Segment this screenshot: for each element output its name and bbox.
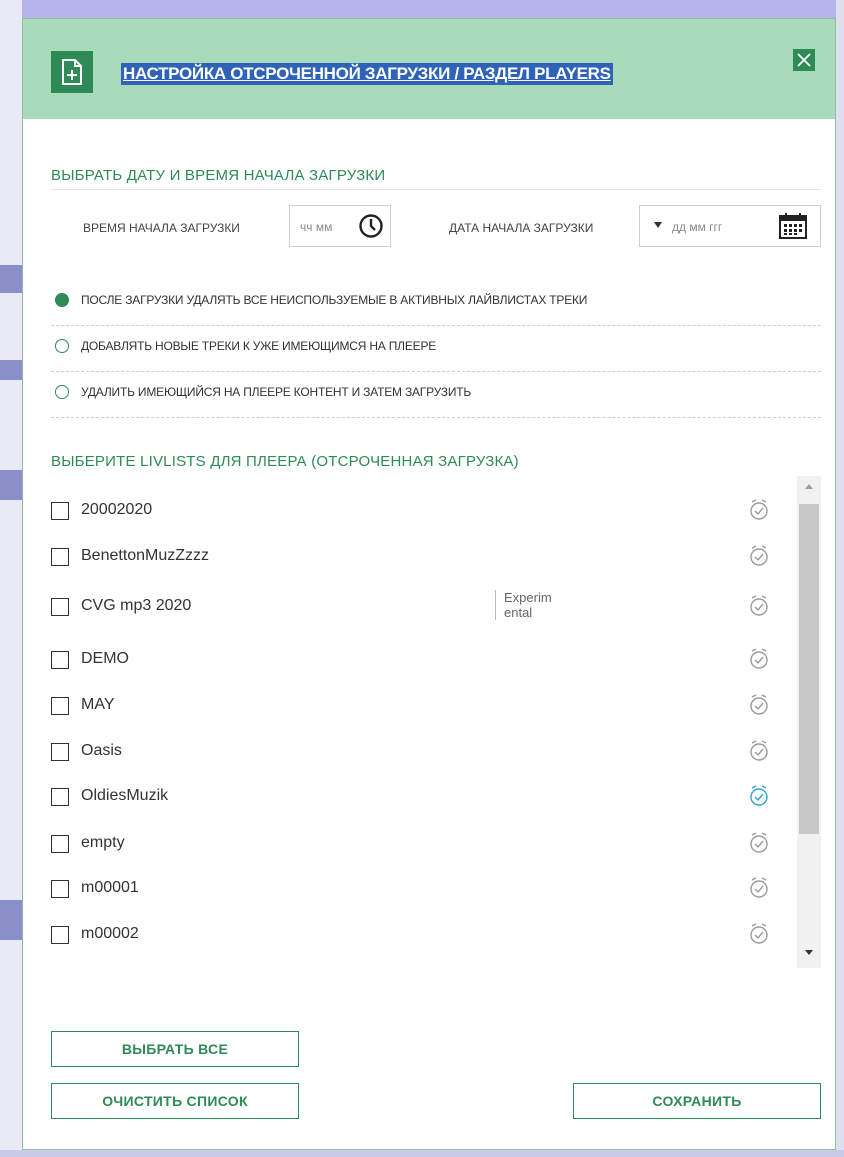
checkbox[interactable] [51, 502, 69, 520]
background-app-bottom [0, 1150, 844, 1157]
chevron-down-icon[interactable] [654, 222, 662, 228]
list-scrollbar[interactable] [797, 476, 821, 968]
start-date-placeholder: дд мм ггг [672, 220, 723, 234]
option-divider [51, 417, 821, 418]
calendar-icon[interactable] [778, 212, 808, 245]
scroll-up-icon[interactable] [805, 484, 813, 489]
document-plus-icon [51, 51, 93, 93]
livlists-list: 20002020 BenettonMuzZzzz CVG mp3 2020 Exper… [49, 476, 821, 968]
list-item-name: BenettonMuzZzzz [81, 547, 210, 564]
start-time-label: ВРЕМЯ НАЧАЛА ЗАГРУЗКИ [83, 221, 240, 235]
list-item-name: DEMO [81, 650, 129, 667]
background-app-row [0, 360, 22, 380]
background-app-right [836, 0, 844, 1157]
background-app-topbar [0, 0, 844, 20]
checkbox[interactable] [51, 880, 69, 898]
list-item-tag: Experim ental [495, 590, 574, 620]
clock-icon[interactable] [358, 213, 384, 244]
scrollbar-thumb[interactable] [799, 504, 819, 834]
alarm-clock-icon[interactable] [749, 595, 769, 622]
checkbox[interactable] [51, 651, 69, 669]
option-label: ДОБАВЛЯТЬ НОВЫЕ ТРЕКИ К УЖЕ ИМЕЮЩИМСЯ НА… [81, 339, 437, 353]
save-button[interactable]: СОХРАНИТЬ [573, 1083, 821, 1119]
radio-unselected[interactable] [55, 339, 69, 353]
checkbox[interactable] [51, 598, 69, 616]
background-app-row [0, 265, 22, 293]
checkbox[interactable] [51, 835, 69, 853]
schedule-section-title: ВЫБРАТЬ ДАТУ И ВРЕМЯ НАЧАЛА ЗАГРУЗКИ [51, 167, 386, 184]
alarm-clock-icon[interactable] [749, 740, 769, 767]
alarm-clock-icon[interactable] [749, 785, 769, 812]
select-all-button[interactable]: ВЫБРАТЬ ВСЕ [51, 1031, 299, 1067]
background-app-row [0, 900, 22, 940]
list-item-name: MAY [81, 696, 115, 713]
list-item-name: Oasis [81, 742, 122, 759]
alarm-clock-icon[interactable] [749, 648, 769, 675]
list-item-name: OldiesMuzik [81, 787, 169, 804]
livlists-section-title: ВЫБЕРИТЕ LIVLISTS ДЛЯ ПЛЕЕРА (ОТСРОЧЕННА… [51, 453, 519, 470]
alarm-clock-icon[interactable] [749, 545, 769, 572]
alarm-clock-icon[interactable] [749, 499, 769, 526]
option-label: УДАЛИТЬ ИМЕЮЩИЙСЯ НА ПЛЕЕРЕ КОНТЕНТ И ЗА… [81, 385, 472, 399]
option-remove-unused[interactable]: ПОСЛЕ ЗАГРУЗКИ УДАЛЯТЬ ВСЕ НЕИСПОЛЬЗУЕМЫ… [51, 281, 821, 327]
start-date-field[interactable]: дд мм ггг [639, 205, 821, 247]
dialog-title: НАСТРОЙКА ОТСРОЧЕННОЙ ЗАГРУЗКИ / РАЗДЕЛ … [121, 63, 613, 85]
alarm-clock-icon[interactable] [749, 832, 769, 859]
background-app-row [0, 470, 22, 500]
start-date-label: ДАТА НАЧАЛА ЗАГРУЗКИ [449, 221, 594, 235]
checkbox[interactable] [51, 788, 69, 806]
checkbox[interactable] [51, 697, 69, 715]
scroll-down-icon[interactable] [805, 950, 813, 955]
list-item-name: 20002020 [81, 501, 153, 518]
deferred-upload-dialog: НАСТРОЙКА ОТСРОЧЕННОЙ ЗАГРУЗКИ / РАЗДЕЛ … [22, 18, 836, 1150]
list-item-name: empty [81, 834, 125, 851]
checkbox[interactable] [51, 743, 69, 761]
list-item-name: m00002 [81, 925, 139, 942]
section-divider [51, 189, 821, 190]
list-item-name: m00001 [81, 879, 139, 896]
radio-selected[interactable] [55, 293, 69, 307]
list-item-name: CVG mp3 2020 [81, 597, 192, 614]
clear-list-button[interactable]: ОЧИСТИТЬ СПИСОК [51, 1083, 299, 1119]
radio-unselected[interactable] [55, 385, 69, 399]
alarm-clock-icon[interactable] [749, 694, 769, 721]
dialog-header: НАСТРОЙКА ОТСРОЧЕННОЙ ЗАГРУЗКИ / РАЗДЕЛ … [23, 19, 835, 119]
background-app-sidebar [0, 0, 22, 1157]
start-time-placeholder: чч мм [300, 220, 333, 234]
start-time-field[interactable]: чч мм [289, 205, 391, 247]
close-icon[interactable] [793, 49, 815, 71]
option-divider [51, 371, 821, 372]
option-add-new-tracks[interactable]: ДОБАВЛЯТЬ НОВЫЕ ТРЕКИ К УЖЕ ИМЕЮЩИМСЯ НА… [51, 327, 821, 373]
option-delete-then-upload[interactable]: УДАЛИТЬ ИМЕЮЩИЙСЯ НА ПЛЕЕРЕ КОНТЕНТ И ЗА… [51, 373, 821, 419]
option-divider [51, 325, 821, 326]
option-label: ПОСЛЕ ЗАГРУЗКИ УДАЛЯТЬ ВСЕ НЕИСПОЛЬЗУЕМЫ… [81, 293, 588, 307]
alarm-clock-icon[interactable] [749, 923, 769, 950]
checkbox[interactable] [51, 548, 69, 566]
checkbox[interactable] [51, 926, 69, 944]
alarm-clock-icon[interactable] [749, 877, 769, 904]
